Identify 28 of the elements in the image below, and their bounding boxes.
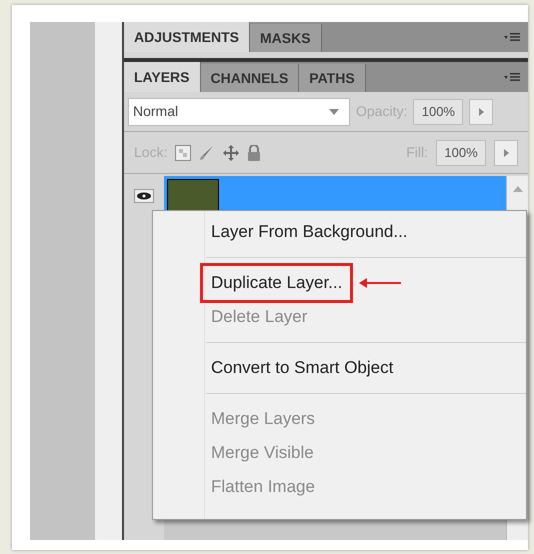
brush-icon[interactable]	[199, 144, 216, 160]
menu-item[interactable]: Duplicate Layer...	[200, 263, 354, 303]
panel-tab[interactable]: ADJUSTMENTS	[124, 22, 250, 52]
opacity-stepper-button[interactable]	[469, 98, 494, 124]
blend-mode-dropdown[interactable]: Normal	[128, 98, 350, 126]
panel-tab[interactable]: LAYERS	[124, 62, 201, 92]
panel-tab[interactable]: PATHS	[299, 64, 366, 92]
play-arrow-icon	[478, 108, 484, 116]
menu-item: Merge Layers	[210, 408, 316, 430]
panel-menu-icon[interactable]	[504, 32, 520, 42]
scroll-up-arrow-icon	[512, 186, 522, 192]
panel-tab[interactable]: MASKS	[250, 24, 322, 52]
annotation-arrow-icon	[359, 278, 402, 288]
fill-stepper-button[interactable]	[494, 140, 518, 166]
move-icon[interactable]	[223, 144, 240, 160]
menu-item: Delete Layer	[210, 306, 308, 328]
padlock-icon[interactable]	[247, 144, 262, 160]
checkerboard-icon[interactable]	[175, 144, 192, 160]
eye-icon[interactable]	[134, 189, 154, 203]
menu-item[interactable]: Layer From Background...	[200, 212, 419, 252]
panel-menu-icon[interactable]	[504, 72, 520, 82]
dropdown-caret-icon	[329, 108, 339, 114]
menu-item[interactable]: Convert to Smart Object	[200, 348, 404, 388]
menu-item: Flatten Image	[210, 476, 316, 498]
play-arrow-icon	[504, 148, 508, 156]
menu-item: Merge Visible	[210, 442, 315, 464]
photo-placeholder	[167, 179, 219, 213]
panel-tab[interactable]: CHANNELS	[200, 64, 300, 92]
